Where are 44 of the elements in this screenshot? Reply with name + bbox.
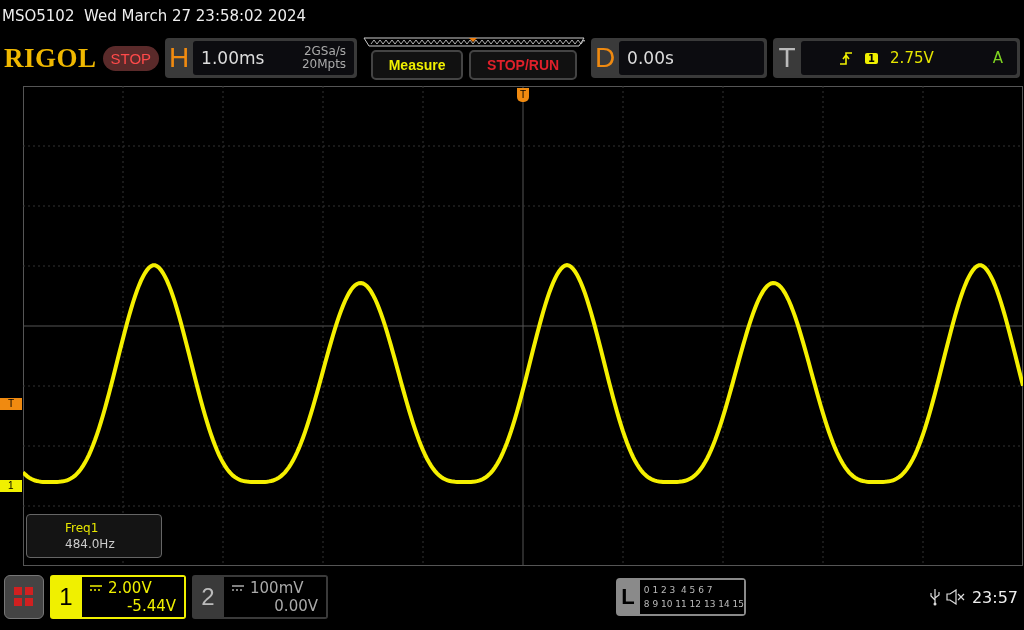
channel-number: 1 xyxy=(58,582,74,612)
trigger-mode: A xyxy=(992,49,1003,67)
logic-label: L xyxy=(620,583,636,611)
dc-coupling-icon xyxy=(90,585,102,591)
menu-button[interactable] xyxy=(4,575,44,619)
usb-icon xyxy=(929,588,940,606)
trigger-level-marker: T xyxy=(0,398,23,410)
channel-panel[interactable]: 1 2.00V -5.44V xyxy=(50,575,186,619)
delay-panel[interactable]: D 0.00s xyxy=(591,38,768,78)
dc-coupling-icon xyxy=(232,585,244,591)
panel-label: D xyxy=(594,41,617,75)
logo: RIGOL xyxy=(4,42,97,74)
horizontal-panel[interactable]: H 1.00ms 2GSa/s 20Mpts xyxy=(165,38,358,78)
channel-number: 2 xyxy=(200,582,216,612)
stop-run-button[interactable]: STOP/RUN xyxy=(469,49,578,80)
channel-scale: 100mV xyxy=(250,579,304,597)
channel-scale: 2.00V xyxy=(108,579,152,597)
timebase-value: 1.00ms xyxy=(201,48,265,68)
logic-channels: 0 1 2 3 4 5 6 7 xyxy=(643,584,714,597)
panel-label: T xyxy=(777,41,797,75)
logic-channels: 8 9 10 11 12 13 14 15 xyxy=(643,598,744,611)
run-state-badge[interactable]: STOP xyxy=(102,45,160,71)
delay-value: 0.00s xyxy=(627,48,674,68)
memory-overview-icon xyxy=(363,36,586,47)
memory-depth: 20Mpts xyxy=(301,58,347,71)
trigger-source-badge: 1 xyxy=(865,52,879,64)
measurement-name: Freq1 xyxy=(65,521,100,535)
channel-offset: 0.00V xyxy=(273,597,318,615)
grid-icon xyxy=(14,587,34,607)
channel-offset-marker: 1 xyxy=(0,480,22,492)
logic-panel[interactable]: L 0 1 2 3 4 5 6 7 8 9 10 11 12 13 14 15 xyxy=(616,578,746,616)
panel-label: H xyxy=(168,41,191,75)
sample-rate: 2GSa/s xyxy=(302,45,347,58)
trigger-position-marker: T xyxy=(517,88,530,102)
trigger-level: 2.75V xyxy=(890,49,934,67)
speaker-muted-icon xyxy=(945,589,966,605)
channel-panel[interactable]: 2 100mV 0.00V xyxy=(192,575,328,619)
status-line: MSO5102 Wed March 27 23:58:02 2024 xyxy=(1,6,308,27)
trigger-panel[interactable]: T 1 2.75V A xyxy=(773,38,1020,78)
measurement-value: 484.0Hz xyxy=(65,537,116,551)
clock: 23:57 xyxy=(971,587,1018,607)
measure-button[interactable]: Measure xyxy=(371,49,464,80)
channel-offset: -5.44V xyxy=(125,597,176,615)
rising-edge-icon xyxy=(839,51,854,65)
